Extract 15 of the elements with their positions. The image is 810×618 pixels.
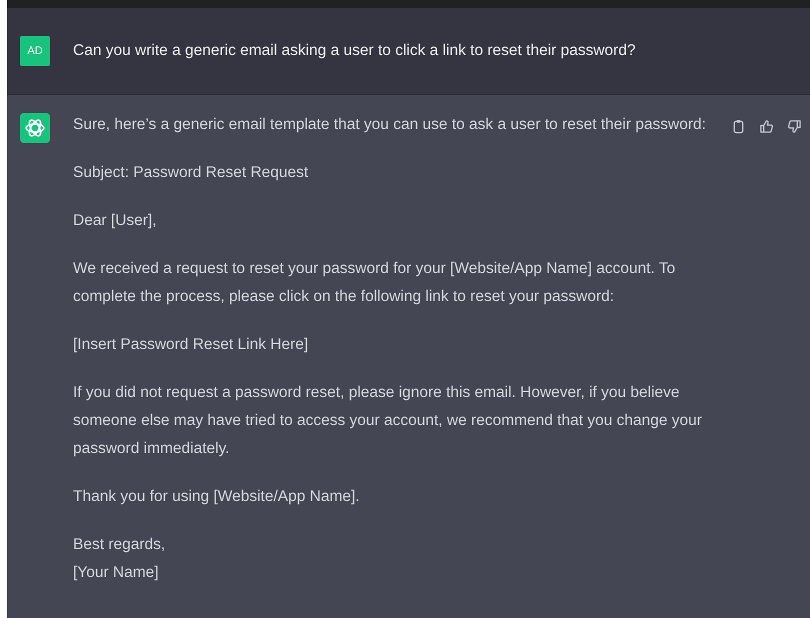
response-text: [Insert Password Reset Link Here] xyxy=(73,335,310,355)
thumbs-down-icon[interactable] xyxy=(787,119,802,134)
response-text: [Your Name] xyxy=(73,563,160,583)
user-prompt: Can you write a generic email asking a user to click a link to reset their password? xyxy=(73,42,636,60)
clipboard-icon[interactable] xyxy=(731,119,746,134)
response-text: Dear [User], xyxy=(73,211,158,231)
thumbs-up-icon[interactable] xyxy=(759,119,774,134)
user-avatar: AD xyxy=(20,36,50,66)
response-text: Subject: Password Reset Request xyxy=(73,163,310,183)
response-text: If you did not request a password reset, please ignore this email. However, if you believe someone else may have tried to access your account, we recommend that you change your password immediately. xyxy=(73,383,703,459)
response-text: Sure, here’s a generic email template that you can use to ask a user to reset their password: xyxy=(73,115,707,135)
response-text: Best regards, xyxy=(73,535,166,555)
response-text: Thank you for using [Website/App Name]. xyxy=(73,487,361,507)
response-text: We received a request to reset your password for your [Website/App Name] account. To complete the process, please click on the following link to reset your password: xyxy=(73,259,676,307)
assistant-logo-icon xyxy=(20,113,50,143)
